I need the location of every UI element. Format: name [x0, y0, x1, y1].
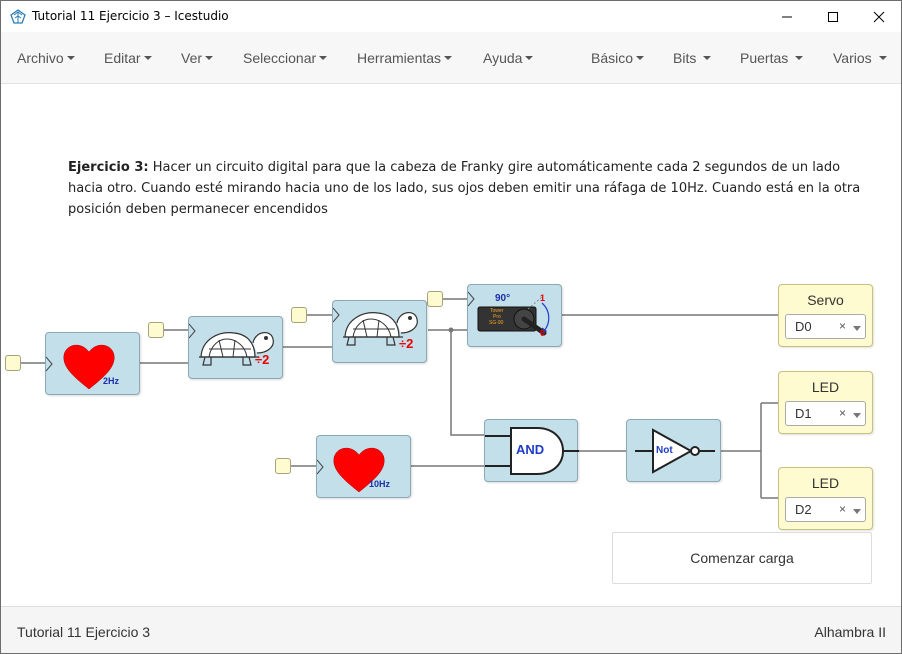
caret-down-icon	[525, 56, 534, 61]
caret-down-icon	[444, 56, 453, 61]
prescaler-divisor-label: ÷2	[399, 336, 414, 351]
dropdown-arrow-icon[interactable]	[853, 326, 861, 331]
caret-down-icon	[703, 56, 712, 61]
start-upload-label: Comenzar carga	[690, 550, 794, 566]
input-pin-prescaler-2[interactable]	[291, 307, 307, 323]
menu-label: Puertas	[740, 50, 789, 66]
input-pin-10hz[interactable]	[275, 458, 291, 474]
output-pin-title: Servo	[807, 292, 844, 308]
caret-down-icon	[143, 56, 152, 61]
menu-herramientas[interactable]: Herramientas	[357, 50, 453, 66]
heartbeat-2hz-block[interactable]: 2Hz	[45, 332, 140, 395]
status-bar: Tutorial 11 Ejercicio 3 Alhambra II	[1, 606, 901, 653]
not-gate-label: Not	[656, 445, 673, 456]
menu-editar[interactable]: Editar	[104, 50, 152, 66]
pin-select[interactable]: D1 ×	[785, 401, 866, 426]
servo-body-text: SG-90	[489, 320, 504, 326]
input-pin-2hz[interactable]	[5, 355, 21, 371]
menu-bits[interactable]: Bits	[673, 50, 712, 66]
caret-down-icon	[636, 56, 645, 61]
minimize-icon	[782, 16, 792, 17]
close-button[interactable]	[856, 1, 902, 32]
input-pin-servo[interactable]	[427, 291, 443, 307]
menu-label: Editar	[104, 50, 141, 66]
servo-block[interactable]: 90° 1 0 Tower Pro SG-90	[467, 284, 562, 347]
input-pin-prescaler-1[interactable]	[148, 322, 164, 338]
output-pin-title: LED	[811, 379, 840, 395]
output-pin-led-2[interactable]: LED D2 ×	[778, 467, 873, 530]
turtle-icon	[189, 323, 274, 366]
menu-archivo[interactable]: Archivo	[17, 50, 75, 66]
menu-seleccionar[interactable]: Seleccionar	[243, 50, 328, 66]
pin-select[interactable]: D2 ×	[785, 497, 866, 522]
wire	[721, 402, 778, 499]
menu-label: Básico	[591, 50, 634, 66]
caret-down-icon	[878, 56, 887, 61]
menu-puertas[interactable]: Puertas	[740, 50, 804, 66]
caret-down-icon	[205, 56, 214, 61]
icestudio-logo-icon	[10, 9, 26, 24]
heartbeat-frequency-label: 2Hz	[103, 376, 120, 386]
pin-select-value: D2	[795, 502, 812, 517]
output-pin-title: LED	[811, 475, 840, 491]
prescaler-block-2[interactable]: ÷2	[332, 300, 427, 363]
pin-select[interactable]: D0 ×	[785, 314, 866, 339]
prescaler-divisor-label: ÷2	[255, 352, 270, 367]
design-canvas[interactable]: Ejercicio 3: Hacer un circuito digital p…	[1, 85, 901, 606]
board-selector[interactable]: Alhambra II	[814, 624, 886, 640]
dropdown-arrow-icon[interactable]	[853, 413, 861, 418]
wire-junction	[448, 327, 454, 333]
output-pin-servo[interactable]: Servo D0 ×	[778, 284, 873, 347]
app-window: Tutorial 11 Ejercicio 3 – Icestudio Arch…	[0, 0, 902, 654]
and-gate-label: AND	[516, 442, 545, 457]
project-name: Tutorial 11 Ejercicio 3	[17, 624, 151, 640]
servo-mark-top: 1	[540, 293, 546, 303]
menu-label: Ver	[181, 50, 203, 66]
menu-bar: Archivo Editar Ver Seleccionar Herramien…	[1, 32, 901, 84]
servo-angle-label: 90°	[495, 293, 511, 304]
caret-down-icon	[66, 56, 75, 61]
prescaler-block-1[interactable]: ÷2	[188, 316, 283, 379]
menu-label: Ayuda	[483, 50, 523, 66]
close-icon	[873, 11, 885, 22]
servo-motor-icon	[468, 291, 550, 336]
caret-down-icon	[795, 56, 804, 61]
menu-varios[interactable]: Varios	[833, 50, 887, 66]
output-pin-led-1[interactable]: LED D1 ×	[778, 371, 873, 434]
dropdown-arrow-icon[interactable]	[853, 509, 861, 514]
heart-icon	[317, 447, 385, 493]
pin-select-value: D0	[795, 319, 812, 334]
heartbeat-10hz-block[interactable]: 10Hz	[316, 435, 411, 498]
menu-label: Varios	[833, 50, 872, 66]
heartbeat-frequency-label: 10Hz	[369, 479, 391, 489]
not-gate-icon	[635, 428, 715, 474]
title-bar: Tutorial 11 Ejercicio 3 – Icestudio	[1, 1, 901, 32]
clear-icon[interactable]: ×	[839, 502, 846, 516]
minimize-button[interactable]	[764, 1, 810, 32]
clear-icon[interactable]: ×	[839, 319, 846, 333]
menu-label: Bits	[673, 50, 697, 66]
clear-icon[interactable]: ×	[839, 406, 846, 420]
and-gate-block[interactable]: AND	[484, 419, 579, 482]
pin-select-value: D1	[795, 406, 812, 421]
start-upload-button[interactable]: Comenzar carga	[612, 532, 872, 584]
caret-down-icon	[319, 56, 328, 61]
menu-ver[interactable]: Ver	[181, 50, 214, 66]
menu-label: Archivo	[17, 50, 64, 66]
heart-icon	[46, 344, 115, 390]
servo-mark-bottom: 0	[540, 328, 546, 338]
maximize-button[interactable]	[810, 1, 856, 32]
menu-label: Seleccionar	[243, 50, 317, 66]
not-gate-block[interactable]: Not	[626, 419, 721, 482]
maximize-icon	[828, 11, 838, 22]
menu-ayuda[interactable]: Ayuda	[483, 50, 534, 66]
menu-basico[interactable]: Básico	[591, 50, 645, 66]
turtle-icon	[333, 307, 418, 346]
menu-label: Herramientas	[357, 50, 442, 66]
window-title: Tutorial 11 Ejercicio 3 – Icestudio	[32, 9, 229, 23]
